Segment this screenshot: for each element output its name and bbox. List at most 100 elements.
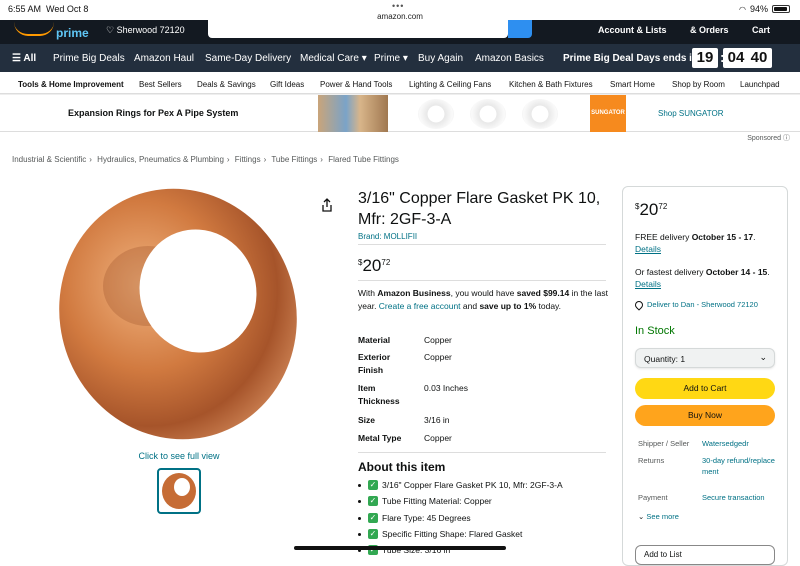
spec-row-item-thickness: Item Thickness 0.03 Inches: [358, 383, 468, 406]
chevron-down-icon: ⌄: [759, 352, 767, 362]
product-title: 3/16" Copper Flare Gasket PK 10, Mfr: 2G…: [358, 190, 601, 228]
search-input[interactable]: [208, 20, 508, 38]
stock-status: In Stock: [635, 325, 675, 337]
see-more-link[interactable]: ⌄ See more: [638, 512, 679, 521]
full-view-link[interactable]: Click to see full view: [0, 451, 358, 461]
checkmark-icon: ✓: [368, 480, 378, 490]
nav-item-prime-big-deals[interactable]: Prime Big Deals: [53, 53, 125, 64]
banner-title[interactable]: Expansion Rings for Pex A Pipe System: [68, 108, 238, 118]
subnav-shop-by-room[interactable]: Shop by Room: [672, 80, 725, 89]
spec-row-size: Size 3/16 in: [358, 415, 450, 425]
breadcrumb-item[interactable]: Industrial & Scientific: [12, 155, 86, 164]
free-delivery-text: FREE delivery October 15 - 17. Details: [635, 232, 756, 254]
payment-link[interactable]: Secure transaction: [702, 492, 776, 503]
checkmark-icon: ✓: [368, 513, 378, 523]
main-nav: ☰ All Prime Big Deals Amazon Haul Same-D…: [0, 44, 800, 72]
sponsored-banner[interactable]: Expansion Rings for Pex A Pipe System SU…: [0, 94, 800, 132]
add-to-cart-button[interactable]: Add to Cart: [635, 378, 775, 399]
payment-row: Payment Secure transaction: [638, 492, 778, 503]
divider: [358, 280, 606, 281]
checkmark-icon: ✓: [368, 529, 378, 539]
breadcrumb-item[interactable]: Flared Tube Fittings: [328, 155, 399, 164]
subnav-tools-home[interactable]: Tools & Home Improvement: [18, 80, 124, 89]
timer-seconds: 40: [746, 48, 772, 68]
about-bullet: ✓ Flare Type: 45 Degrees: [358, 513, 471, 523]
subnav-lighting[interactable]: Lighting & Ceiling Fans: [409, 80, 491, 89]
sponsored-label[interactable]: Sponsored ⓘ: [747, 133, 790, 143]
breadcrumb: Industrial & Scientific › Hydraulics, Pne…: [12, 155, 402, 164]
status-right: ◠ 94%: [739, 4, 790, 14]
nav-all-menu[interactable]: ☰ All: [12, 53, 36, 64]
buy-now-button[interactable]: Buy Now: [635, 405, 775, 426]
create-account-link[interactable]: Create a free account: [379, 301, 461, 311]
search-button[interactable]: [508, 20, 532, 38]
brand-link[interactable]: Brand: MOLLIFII: [358, 232, 417, 241]
nav-item-amazon-haul[interactable]: Amazon Haul: [134, 53, 194, 64]
chevron-down-icon: ⌄: [638, 512, 645, 521]
banner-ring-image[interactable]: [470, 99, 506, 129]
cart-link[interactable]: Cart: [752, 25, 770, 35]
location-pin-icon: [633, 298, 645, 311]
subnav-power-tools[interactable]: Power & Hand Tools: [320, 80, 392, 89]
nav-item-prime[interactable]: Prime ▾: [374, 53, 408, 64]
home-indicator[interactable]: [294, 546, 506, 550]
nav-item-medical-care[interactable]: Medical Care ▾: [300, 53, 367, 64]
divider: [358, 244, 606, 245]
chevron-right-icon: ›: [320, 155, 323, 164]
subnav-deals[interactable]: Deals & Savings: [197, 80, 256, 89]
info-icon[interactable]: ⓘ: [783, 135, 790, 142]
subnav-kitchen-bath[interactable]: Kitchen & Bath Fixtures: [509, 80, 593, 89]
wifi-icon: ◠: [739, 4, 746, 14]
subnav-gift-ideas[interactable]: Gift Ideas: [270, 80, 304, 89]
fastest-details-link[interactable]: Details: [635, 279, 661, 289]
subnav-best-sellers[interactable]: Best Sellers: [139, 80, 182, 89]
department-subnav: Tools & Home Improvement Best Sellers De…: [0, 72, 800, 94]
chevron-right-icon: ›: [263, 155, 267, 164]
thumbnail-image[interactable]: [157, 468, 201, 514]
subnav-smart-home[interactable]: Smart Home: [610, 80, 655, 89]
seller-link[interactable]: Watersedgedr: [702, 438, 776, 449]
banner-pipe-image[interactable]: [318, 95, 388, 132]
about-bullet: ✓ Tube Fitting Material: Copper: [358, 496, 492, 506]
nav-item-buy-again[interactable]: Buy Again: [418, 53, 463, 64]
breadcrumb-item[interactable]: Hydraulics, Pneumatics & Plumbing: [97, 155, 224, 164]
buybox-price: $2072: [635, 200, 668, 219]
tab-dots-icon[interactable]: •••: [392, 1, 404, 11]
amazon-top-nav: prime ♡ Sherwood 72120 Account & Lists &…: [0, 20, 800, 44]
subnav-launchpad[interactable]: Launchpad: [740, 80, 780, 89]
about-bullet: ✓ 3/16" Copper Flare Gasket PK 10, Mfr: 2…: [358, 480, 563, 490]
deliver-to-link[interactable]: Deliver to Dan - Sherwood 72120: [633, 298, 758, 311]
returns-link[interactable]: 30-day refund/replacement: [702, 455, 776, 477]
battery-icon: [772, 5, 790, 13]
chevron-right-icon: ›: [226, 155, 230, 164]
add-to-list-button[interactable]: Add to List: [635, 545, 775, 565]
chevron-right-icon: ›: [89, 155, 92, 164]
fastest-delivery-text: Or fastest delivery October 14 - 15. Det…: [635, 267, 770, 289]
status-bar: 6:55 AM Wed Oct 8 ••• amazon.com ◠ 94%: [0, 0, 800, 21]
quantity-select[interactable]: Quantity: 1 ⌄: [635, 348, 775, 368]
deal-countdown-label[interactable]: Prime Big Deal Days ends in: [563, 53, 698, 64]
banner-shop-link[interactable]: Shop SUNGATOR: [658, 109, 724, 118]
breadcrumb-item[interactable]: Fittings: [235, 155, 261, 164]
nav-item-same-day[interactable]: Same-Day Delivery: [205, 53, 291, 64]
product-main-image[interactable]: [58, 186, 303, 441]
banner-ring-image[interactable]: [418, 99, 454, 129]
checkmark-icon: ✓: [368, 496, 378, 506]
about-heading: About this item: [358, 460, 446, 474]
deliver-location[interactable]: ♡ Sherwood 72120: [106, 25, 185, 36]
share-icon[interactable]: [320, 198, 334, 212]
banner-ring-image[interactable]: [522, 99, 558, 129]
account-lists[interactable]: Account & Lists: [598, 25, 667, 35]
breadcrumb-item[interactable]: Tube Fittings: [271, 155, 317, 164]
prime-logo[interactable]: prime: [56, 26, 89, 40]
timer-hours: 19: [692, 48, 718, 68]
nav-item-amazon-basics[interactable]: Amazon Basics: [475, 53, 544, 64]
shipper-row: Shipper / Seller Watersedgedr: [638, 438, 778, 449]
returns-orders[interactable]: & Orders: [690, 25, 729, 35]
amazon-logo[interactable]: [14, 22, 54, 36]
business-savings-text: With Amazon Business, you would have sav…: [358, 288, 608, 311]
banner-brand-logo[interactable]: SUNGATOR: [590, 95, 626, 132]
delivery-details-link[interactable]: Details: [635, 244, 661, 254]
divider: [358, 452, 606, 453]
returns-row: Returns 30-day refund/replacement: [638, 455, 776, 477]
